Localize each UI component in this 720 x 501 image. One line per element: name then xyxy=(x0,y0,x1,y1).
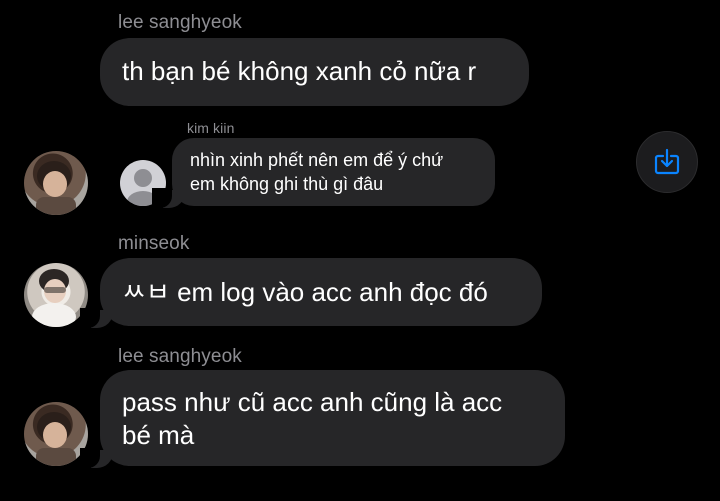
message-text: em không ghi thù gì đâu xyxy=(190,174,384,194)
avatar-photo xyxy=(32,269,76,327)
message-bubble[interactable]: ㅆㅂ em log vào acc anh đọc đó xyxy=(80,258,542,328)
sender-name: kim kiin xyxy=(187,120,235,136)
message-bubble[interactable]: pass như cũ acc anh cũng là acc bé mà xyxy=(80,370,565,468)
avatar-photo xyxy=(36,161,76,215)
message-text: nhìn xinh phết nên em để ý chứ xyxy=(190,150,444,170)
share-button[interactable] xyxy=(636,131,698,193)
avatar[interactable] xyxy=(24,402,88,466)
avatar[interactable] xyxy=(24,151,88,215)
message-text: bé mà xyxy=(122,420,195,450)
avatar[interactable] xyxy=(24,263,88,327)
sender-name: lee sanghyeok xyxy=(118,12,242,33)
message-text: pass như cũ acc anh cũng là acc xyxy=(122,387,503,417)
message-bubble[interactable]: nhìn xinh phết nên em để ý chứ em không … xyxy=(152,138,495,208)
message-text: th bạn bé không xanh cỏ nữa r xyxy=(122,56,477,86)
sender-name: lee sanghyeok xyxy=(118,346,242,367)
message-text: ㅆㅂ em log vào acc anh đọc đó xyxy=(122,277,488,307)
message-bubble[interactable]: th bạn bé không xanh cỏ nữa r xyxy=(100,38,529,106)
avatar-photo xyxy=(36,412,76,466)
sender-name: minseok xyxy=(118,233,190,254)
share-icon xyxy=(654,148,680,175)
